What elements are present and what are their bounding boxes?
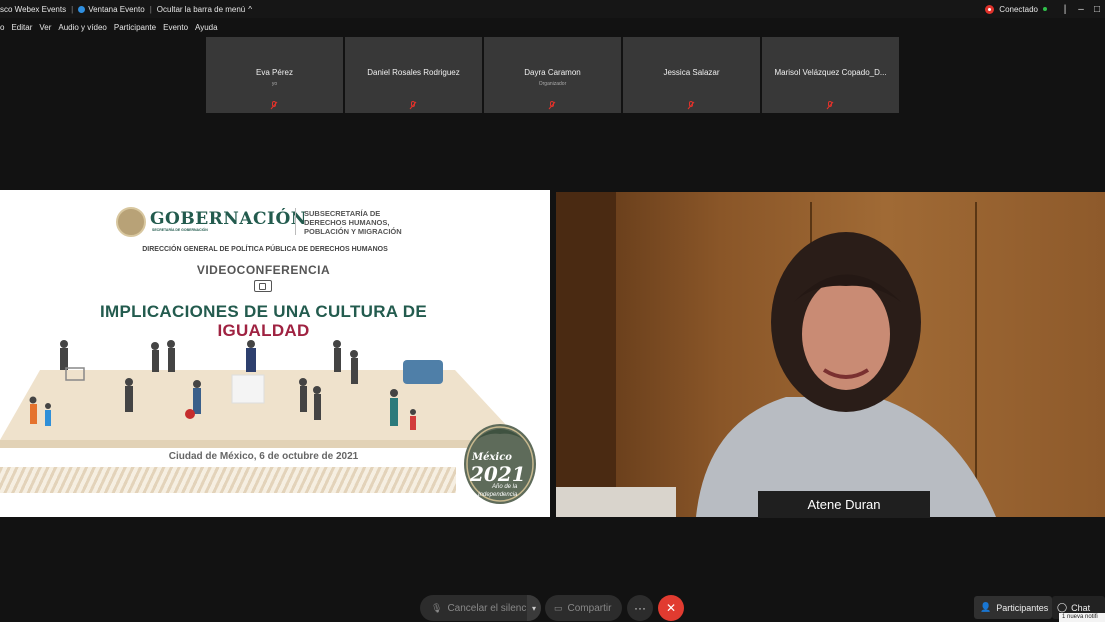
slide-title-line2: IGUALDAD [217,321,310,340]
participant-role: yo [271,81,278,87]
participant-name: Daniel Rosales Rodriguez [367,68,460,77]
unmute-button[interactable]: 🎙 Cancelar el silencio ▾ [420,595,541,621]
chat-label: Chat [1071,602,1091,613]
separator: | [149,4,152,14]
gobernacion-logo-text: GOBERNACIÓN [150,209,307,229]
participant-name: Jessica Salazar [663,68,720,77]
minimize-icon[interactable]: – [1073,4,1089,15]
muted-mic-icon [826,101,834,110]
unmute-label: Cancelar el silencio [447,602,535,614]
participant-tile[interactable]: Marisol Velázquez Copado_D... [762,37,899,113]
connected-indicator-icon [1043,7,1047,11]
slide-title-line1: IMPLICACIONES DE UNA CULTURA DE [100,302,427,321]
direccion-general-label: DIRECCIÓN GENERAL DE POLÍTICA PÚBLICA DE… [142,246,388,253]
menu-item-audio-video[interactable]: Audio y vídeo [58,23,106,32]
participant-tile[interactable]: Eva Pérez yo [206,37,343,113]
participant-name: Eva Pérez [256,68,293,77]
logo-divider [295,208,296,235]
participant-role: Organizador [538,81,567,87]
decorative-pattern-band [0,467,456,493]
hide-menu-label: Ocultar la barra de menú [156,4,246,14]
title-bar: sco Webex Events | Ventana Evento | Ocul… [0,0,1105,18]
mic-icon: 🎙 [431,602,443,613]
speaker-video[interactable] [556,192,1105,517]
separator: | [71,4,74,14]
government-seal-icon [116,207,146,237]
seal-subtitle-text: Independencia [478,492,518,498]
menu-bar: o Editar Ver Audio y vídeo Participante … [0,18,225,36]
share-screen-icon: ▭ [554,602,563,613]
participants-panel-button[interactable]: 👤 Participantes [974,596,1052,619]
close-icon: ✕ [665,601,677,615]
hide-menu-bar-button[interactable]: Ocultar la barra de menú ^ [157,0,252,18]
gobernacion-subtitle: SECRETARÍA DE GOBERNACIÓN [152,228,208,232]
muted-mic-icon [270,101,278,110]
app-title: sco Webex Events | [0,0,78,18]
maximize-icon[interactable]: □ [1089,4,1105,15]
notification-toast[interactable]: 1 nueva notifi [1059,613,1105,622]
muted-mic-icon [687,101,695,110]
window-label: Ventana Evento [88,4,145,14]
person-icon: 👤 [980,602,992,612]
speaker-name-tag: Atene Duran [758,491,930,518]
share-button[interactable]: ▭ Compartir [545,595,622,621]
menu-item-event[interactable]: Evento [163,23,188,32]
more-icon: ··· [634,601,646,615]
chevron-up-icon: ^ [248,4,253,14]
connection-status: Conectado | – □ [985,0,1105,18]
muted-mic-icon [409,101,417,110]
chevron-down-icon[interactable]: ▾ [527,595,541,621]
menu-item-help[interactable]: Ayuda [195,23,218,32]
participants-label: Participantes [996,602,1049,613]
webex-window: sco Webex Events | Ventana Evento | Ocul… [0,0,1105,622]
chat-bubble-icon: ◯ [1057,602,1068,612]
participant-name: Dayra Caramon [524,68,581,77]
speaker-video-frame [556,192,1105,517]
videoconferencia-label: VIDEOCONFERENCIA [196,263,331,277]
menu-item[interactable]: o [0,23,4,32]
seal-subtitle-text: Año de la [492,484,518,490]
muted-mic-icon [548,101,556,110]
window-selector[interactable]: Ventana Evento | [78,0,157,18]
subsecretaria-label: SUBSECRETARÍA DE DERECHOS HUMANOS, POBLA… [304,209,402,236]
slide-date: Ciudad de México, 6 de octubre de 2021 [168,451,359,462]
more-options-button[interactable]: ··· [627,595,653,621]
status-label: Conectado [999,4,1038,14]
menu-item-participant[interactable]: Participante [114,23,156,32]
camera-icon [254,280,272,292]
menu-item-edit[interactable]: Editar [11,23,32,32]
seal-year-text: 2021 [470,462,526,486]
participant-tile[interactable]: Daniel Rosales Rodriguez [345,37,482,113]
app-name: sco Webex Events [0,4,67,14]
participant-tile[interactable]: Dayra Caramon Organizador [484,37,621,113]
recording-icon [985,4,995,14]
participant-name: Marisol Velázquez Copado_D... [774,68,887,77]
menu-item-view[interactable]: Ver [39,23,51,32]
participant-tile[interactable]: Jessica Salazar [623,37,760,113]
share-label: Compartir [567,602,612,614]
leave-event-button[interactable]: ✕ [658,595,684,621]
separator: | [1063,3,1067,15]
globe-icon [78,5,86,13]
